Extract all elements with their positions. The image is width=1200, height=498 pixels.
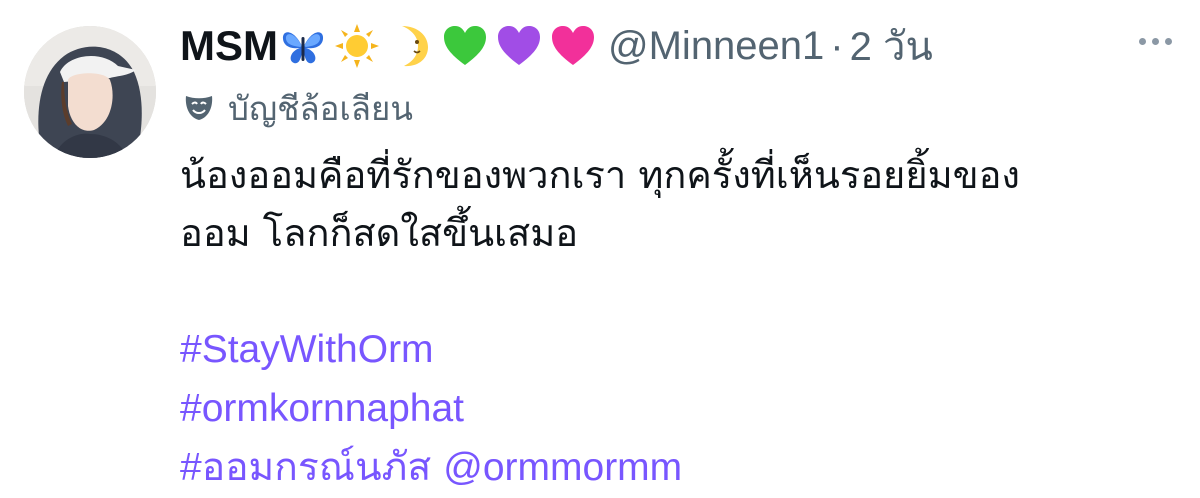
- user-handle[interactable]: @Minneen1: [608, 24, 824, 69]
- tweet-text: น้องออมคือที่รักของพวกเรา ทุกครั้งที่เห็…: [180, 146, 1160, 497]
- account-label[interactable]: บัญชีล้อเลียน: [182, 84, 413, 132]
- tweet: MSM @Minneen1 · 2 วัน บัญชีล้อเลียน น้อง…: [0, 0, 1200, 498]
- separator-dot: ·: [830, 23, 844, 68]
- account-label-text: บัญชีล้อเลียน: [228, 88, 413, 128]
- tweet-text-line: น้องออมคือที่รักของพวกเรา ทุกครั้งที่เห็…: [180, 153, 1020, 197]
- hashtag-link[interactable]: #ormkornnaphat: [180, 387, 464, 430]
- more-options-button[interactable]: [1139, 38, 1172, 45]
- mention-link[interactable]: @ormmormm: [443, 446, 682, 489]
- hashtag-link[interactable]: #StayWithOrm: [180, 328, 434, 371]
- crescent-moon-face-emoji: [388, 23, 434, 69]
- pink-heart-emoji: [550, 23, 596, 69]
- timestamp[interactable]: 2 วัน: [850, 14, 933, 78]
- more-dot-icon: [1165, 38, 1172, 45]
- purple-heart-emoji: [496, 23, 542, 69]
- tweet-text-line: ออม โลกก็สดใสขึ้นเสมอ: [180, 211, 579, 255]
- green-heart-emoji: [442, 23, 488, 69]
- parody-masks-icon: [182, 93, 216, 123]
- tweet-header: MSM @Minneen1 · 2 วัน: [180, 18, 1180, 74]
- butterfly-emoji: [280, 23, 326, 69]
- more-dot-icon: [1152, 38, 1159, 45]
- display-name[interactable]: MSM: [180, 22, 278, 70]
- avatar[interactable]: [24, 26, 156, 158]
- emoji-row: [280, 23, 604, 69]
- hashtag-link[interactable]: #ออมกรณ์นภัส: [180, 446, 431, 489]
- more-dot-icon: [1139, 38, 1146, 45]
- sun-emoji: [334, 23, 380, 69]
